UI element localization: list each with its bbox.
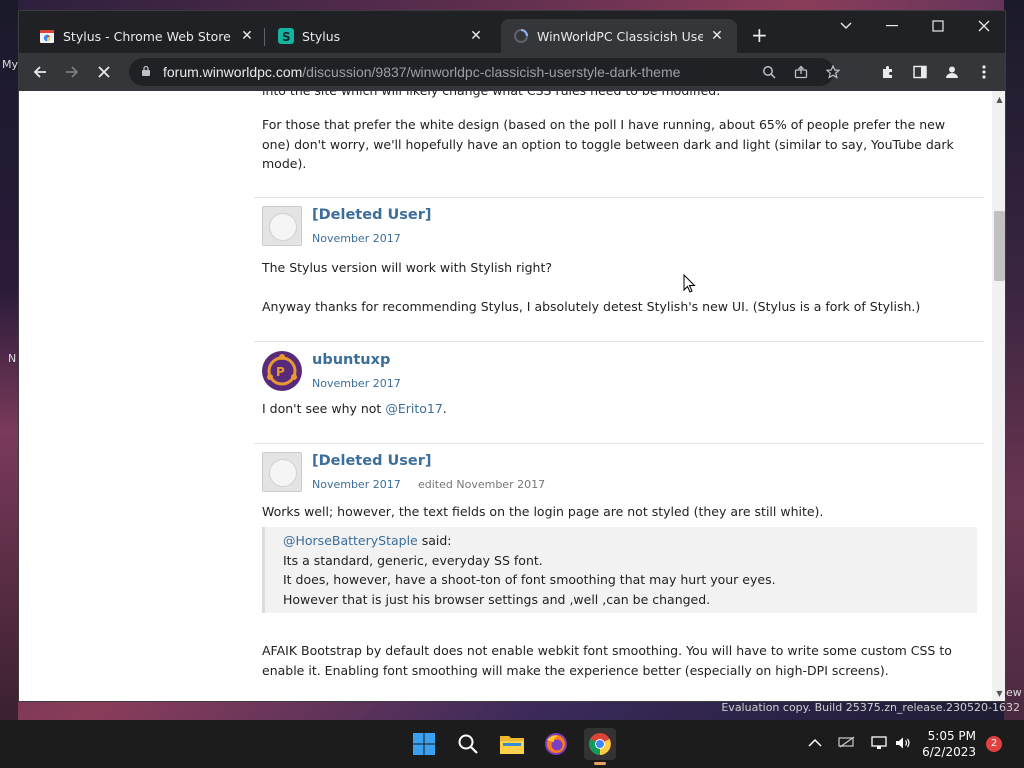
back-button[interactable] [27, 59, 53, 85]
system-clock[interactable]: 5:05 PM 6/2/2023 [922, 728, 976, 760]
search-icon[interactable] [759, 62, 779, 82]
lock-icon[interactable] [141, 65, 153, 80]
comment-date[interactable]: November 2017 [312, 374, 401, 394]
comment-author[interactable]: [Deleted User] [312, 452, 432, 472]
show-hidden-icons-chevron-icon[interactable] [808, 736, 822, 752]
volume-icon[interactable] [894, 736, 912, 754]
post-text: For those that prefer the white design (… [262, 117, 954, 171]
post-text: into the site which will likely change w… [262, 91, 720, 101]
quote-line: Its a standard, generic, everyday SS fon… [283, 552, 543, 568]
user-mention-link[interactable]: @Erito17 [385, 401, 442, 416]
more-menu-icon[interactable] [971, 59, 997, 85]
comment-body: I don't see why not @Erito17. [262, 399, 447, 419]
edited-note: edited November 2017 [418, 478, 546, 491]
scroll-down-arrow-icon[interactable]: ▼ [995, 689, 1004, 698]
tab-stylus[interactable]: S Stylus ✕ [266, 19, 496, 53]
desktop-icon-label[interactable]: N [8, 352, 16, 365]
browser-window: Stylus - Chrome Web Store ✕ S Stylus ✕ W… [18, 10, 1006, 702]
extensions-puzzle-icon[interactable] [875, 59, 901, 85]
taskbar: 5:05 PM 6/2/2023 2 [0, 720, 1024, 768]
start-button-icon[interactable] [408, 728, 440, 760]
comment-body: Works well; however, the text fields on … [262, 504, 824, 519]
tab-chrome-web-store[interactable]: Stylus - Chrome Web Store ✕ [27, 19, 267, 53]
comment-author[interactable]: ubuntuxp [312, 351, 390, 371]
forward-button[interactable] [59, 59, 85, 85]
stop-loading-button[interactable] [91, 59, 117, 85]
svg-text:P: P [276, 365, 285, 379]
scrollbar-thumb[interactable] [994, 211, 1005, 281]
comment-text: . [442, 401, 447, 416]
quote-line: It does, however, have a shoot-ton of fo… [283, 572, 776, 587]
network-icon[interactable] [870, 736, 888, 754]
quote-said: said: [417, 533, 452, 548]
comment-author[interactable]: [Deleted User] [312, 206, 432, 226]
comment-text: I don't see why not [262, 401, 386, 416]
stylus-icon: S [278, 28, 294, 44]
chrome-icon[interactable] [584, 728, 616, 765]
blockquote: @HorseBatteryStaple said: Its a standard… [262, 527, 977, 613]
quote-line: However that is just his browser setting… [283, 591, 711, 607]
tab-title: Stylus - Chrome Web Store [63, 28, 231, 44]
notification-badge[interactable]: 2 [986, 736, 1002, 752]
page-viewport: into the site which will likely change w… [19, 91, 1005, 701]
maximize-button[interactable] [915, 11, 961, 41]
clock-date: 6/2/2023 [922, 745, 976, 759]
tab-winworldpc[interactable]: WinWorldPC Classicish Userstyle ✕ [501, 19, 737, 53]
battery-icon[interactable] [838, 736, 856, 752]
comment-divider [254, 197, 984, 198]
file-explorer-icon[interactable] [496, 728, 528, 760]
evaluation-watermark: Evaluation copy. Build 25375.zn_release.… [721, 701, 1020, 714]
comment-body: The Stylus version will work with Stylis… [262, 260, 553, 275]
tab-title: WinWorldPC Classicish Userstyle [537, 28, 703, 44]
search-icon[interactable] [452, 728, 484, 760]
firefox-icon[interactable] [540, 728, 572, 760]
desktop-icon-label[interactable]: My [2, 58, 18, 71]
close-tab-icon[interactable]: ✕ [709, 28, 725, 44]
scroll-up-arrow-icon[interactable]: ▲ [995, 95, 1004, 104]
page-scrollbar[interactable]: ▲ ▼ [992, 91, 1005, 701]
address-bar[interactable]: forum.winworldpc.com/discussion/9837/win… [129, 58, 840, 86]
tab-separator [264, 28, 265, 46]
new-tab-button[interactable]: + [751, 25, 768, 45]
svg-text:S: S [282, 30, 291, 44]
clock-time: 5:05 PM [927, 729, 976, 743]
comment-date[interactable]: November 2017 [312, 475, 401, 495]
close-tab-icon[interactable]: ✕ [468, 28, 484, 44]
quote-author-link[interactable]: @HorseBatteryStaple [283, 533, 418, 548]
avatar[interactable] [262, 452, 302, 492]
avatar[interactable]: P [262, 351, 302, 391]
desktop-icon-label[interactable]: ew [1006, 686, 1022, 699]
comment-date[interactable]: November 2017 [312, 229, 401, 249]
close-window-button[interactable] [961, 11, 1005, 41]
chrome-web-store-icon [39, 28, 55, 44]
close-tab-icon[interactable]: ✕ [239, 28, 255, 44]
url-host: forum.winworldpc.com [163, 64, 303, 80]
quote-header: @HorseBatteryStaple said: [283, 531, 977, 551]
side-panel-icon[interactable] [907, 59, 933, 85]
profile-avatar-icon[interactable] [939, 59, 965, 85]
desktop-wallpaper-right [1004, 0, 1024, 720]
active-app-indicator [594, 762, 606, 765]
comment-divider [254, 341, 984, 342]
tab-strip: Stylus - Chrome Web Store ✕ S Stylus ✕ W… [19, 11, 1005, 53]
tab-title: Stylus [302, 28, 341, 44]
url-path: /discussion/9837/winworldpc-classicish-u… [302, 64, 681, 80]
mouse-cursor-icon [683, 273, 697, 294]
loading-spinner-icon [513, 28, 529, 44]
comment-body: Anyway thanks for recommending Stylus, I… [262, 299, 921, 314]
comment-divider [254, 443, 984, 444]
browser-toolbar: forum.winworldpc.com/discussion/9837/win… [19, 53, 1005, 91]
minimize-button[interactable] [869, 11, 915, 41]
bookmark-star-icon[interactable] [823, 62, 843, 82]
avatar[interactable] [262, 206, 302, 246]
tab-search-icon[interactable] [823, 11, 869, 41]
comment-body: AFAIK Bootstrap by default does not enab… [262, 643, 952, 678]
share-icon[interactable] [791, 62, 811, 82]
